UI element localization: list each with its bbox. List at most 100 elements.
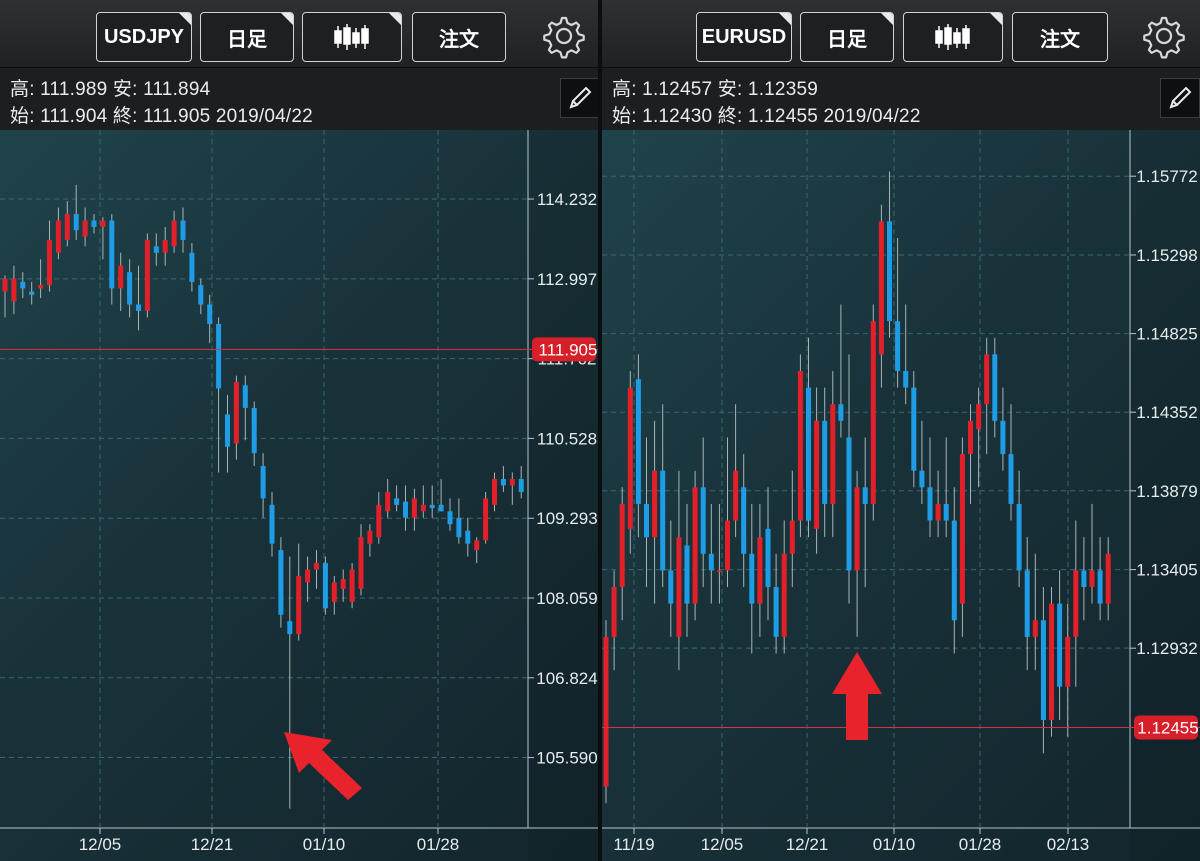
- candle-body: [619, 503, 625, 588]
- candle-body: [47, 239, 52, 286]
- y-tick-label: 1.12932: [1136, 639, 1197, 658]
- candle-body: [878, 221, 884, 355]
- candle-body: [1073, 570, 1079, 637]
- candle-body: [483, 498, 489, 541]
- high-label: 高: [10, 79, 30, 100]
- symbol-selector-button[interactable]: USDJPY: [96, 12, 192, 62]
- x-tick-label: 12/05: [701, 835, 744, 854]
- candle-body: [411, 498, 417, 518]
- timeframe-selector-button[interactable]: 日足: [200, 12, 294, 62]
- candle-body: [118, 265, 124, 289]
- candle-body: [968, 420, 973, 455]
- chart-toolbar: USDJPY 日足 注文: [0, 0, 598, 68]
- candle-body: [127, 272, 133, 305]
- candle-body: [684, 545, 690, 604]
- candle-body: [251, 407, 257, 454]
- order-button[interactable]: 注文: [1012, 12, 1108, 62]
- candle-body: [935, 503, 941, 521]
- candle-body: [278, 550, 284, 615]
- candlestick-chart[interactable]: 1.15772 1.15298 1.14825 1.14352 1.13879 1.134…: [602, 130, 1200, 861]
- candle-body: [603, 636, 609, 787]
- close-label: 終: [717, 106, 737, 127]
- candle-body: [676, 537, 682, 637]
- candle-body: [180, 220, 186, 240]
- high-value: 111.989: [40, 79, 108, 100]
- candle-body: [862, 487, 868, 504]
- candle-body: [55, 220, 61, 253]
- open-value: 1.12430: [642, 106, 713, 127]
- x-tick-label: 11/19: [613, 835, 654, 854]
- candle-body: [611, 587, 617, 637]
- candle-body: [225, 414, 230, 447]
- chart-type-button[interactable]: [302, 12, 402, 62]
- candle-body: [38, 285, 44, 289]
- candle-body: [789, 520, 795, 554]
- close-value: 111.905: [143, 106, 211, 127]
- candle-body: [349, 569, 355, 602]
- candle-body: [951, 520, 957, 621]
- gear-icon[interactable]: [1140, 12, 1188, 60]
- drawing-tool-button[interactable]: [560, 78, 598, 118]
- candle-body: [887, 221, 892, 322]
- chart-type-button[interactable]: [903, 12, 1003, 62]
- close-label: 終: [112, 106, 133, 127]
- high-low-line: 高: 111.989 安: 111.894: [10, 79, 211, 100]
- candle-body: [29, 291, 35, 295]
- candle-body: [474, 540, 480, 551]
- date-value: 2019/04/22: [823, 106, 921, 127]
- x-tick-label: 02/13: [1047, 835, 1090, 854]
- candle-body: [830, 404, 836, 504]
- y-tick-label: 1.15772: [1136, 167, 1197, 186]
- candle-body: [153, 246, 159, 253]
- candle-body: [216, 323, 222, 389]
- drawing-tool-button[interactable]: [1160, 78, 1200, 118]
- x-tick-label: 12/21: [786, 835, 829, 854]
- x-tick-label: 01/10: [303, 835, 346, 854]
- x-tick-label: 01/10: [873, 835, 916, 854]
- date-value: 2019/04/22: [215, 106, 313, 127]
- candle-body: [806, 387, 811, 521]
- candle-body: [429, 504, 435, 509]
- chart-panel-eurusd: EURUSD 日足 注文 高: 1.12457 安: 1.12359 始: 1.…: [602, 0, 1200, 861]
- candle-body: [100, 220, 106, 227]
- current-price-label: 1.12455: [1137, 718, 1198, 737]
- candle-body: [627, 387, 633, 529]
- candle-body: [1024, 570, 1030, 637]
- y-tick-label: 108.059: [536, 589, 597, 608]
- open-label: 始: [10, 106, 30, 127]
- gear-icon[interactable]: [540, 12, 588, 60]
- candle-body: [1057, 603, 1063, 687]
- candle-body: [82, 220, 88, 237]
- candle-body: [838, 404, 844, 421]
- candle-body: [854, 487, 860, 571]
- low-label: 安: [717, 79, 737, 100]
- candle-body: [992, 354, 998, 421]
- x-tick-label: 01/28: [959, 835, 1002, 854]
- y-tick-label: 114.232: [537, 190, 597, 209]
- candle-body: [509, 479, 515, 486]
- candle-body: [644, 503, 649, 538]
- x-tick-label: 01/28: [417, 835, 460, 854]
- candlestick-icon: [935, 24, 970, 50]
- candle-body: [492, 479, 497, 505]
- candle-body: [171, 220, 177, 247]
- arrow-up-left-icon: [284, 732, 362, 800]
- candle-body: [322, 563, 328, 609]
- low-value: 1.12359: [747, 79, 819, 100]
- timeframe-selector-button[interactable]: 日足: [800, 12, 894, 62]
- y-tick-label: 105.590: [536, 749, 597, 768]
- candle-body: [700, 487, 706, 554]
- candle-body: [757, 537, 763, 604]
- order-button[interactable]: 注文: [412, 12, 506, 62]
- symbol-selector-button[interactable]: EURUSD: [696, 12, 792, 62]
- y-tick-label: 1.13405: [1136, 561, 1197, 580]
- candle-body: [822, 420, 828, 504]
- candle-body: [652, 470, 658, 538]
- candle-body: [233, 382, 239, 444]
- candle-body: [797, 370, 803, 521]
- candle-body: [919, 470, 925, 488]
- candle-body: [447, 511, 453, 525]
- candle-body: [189, 252, 195, 282]
- y-tick-label: 110.528: [537, 429, 597, 448]
- candle-body: [73, 214, 79, 231]
